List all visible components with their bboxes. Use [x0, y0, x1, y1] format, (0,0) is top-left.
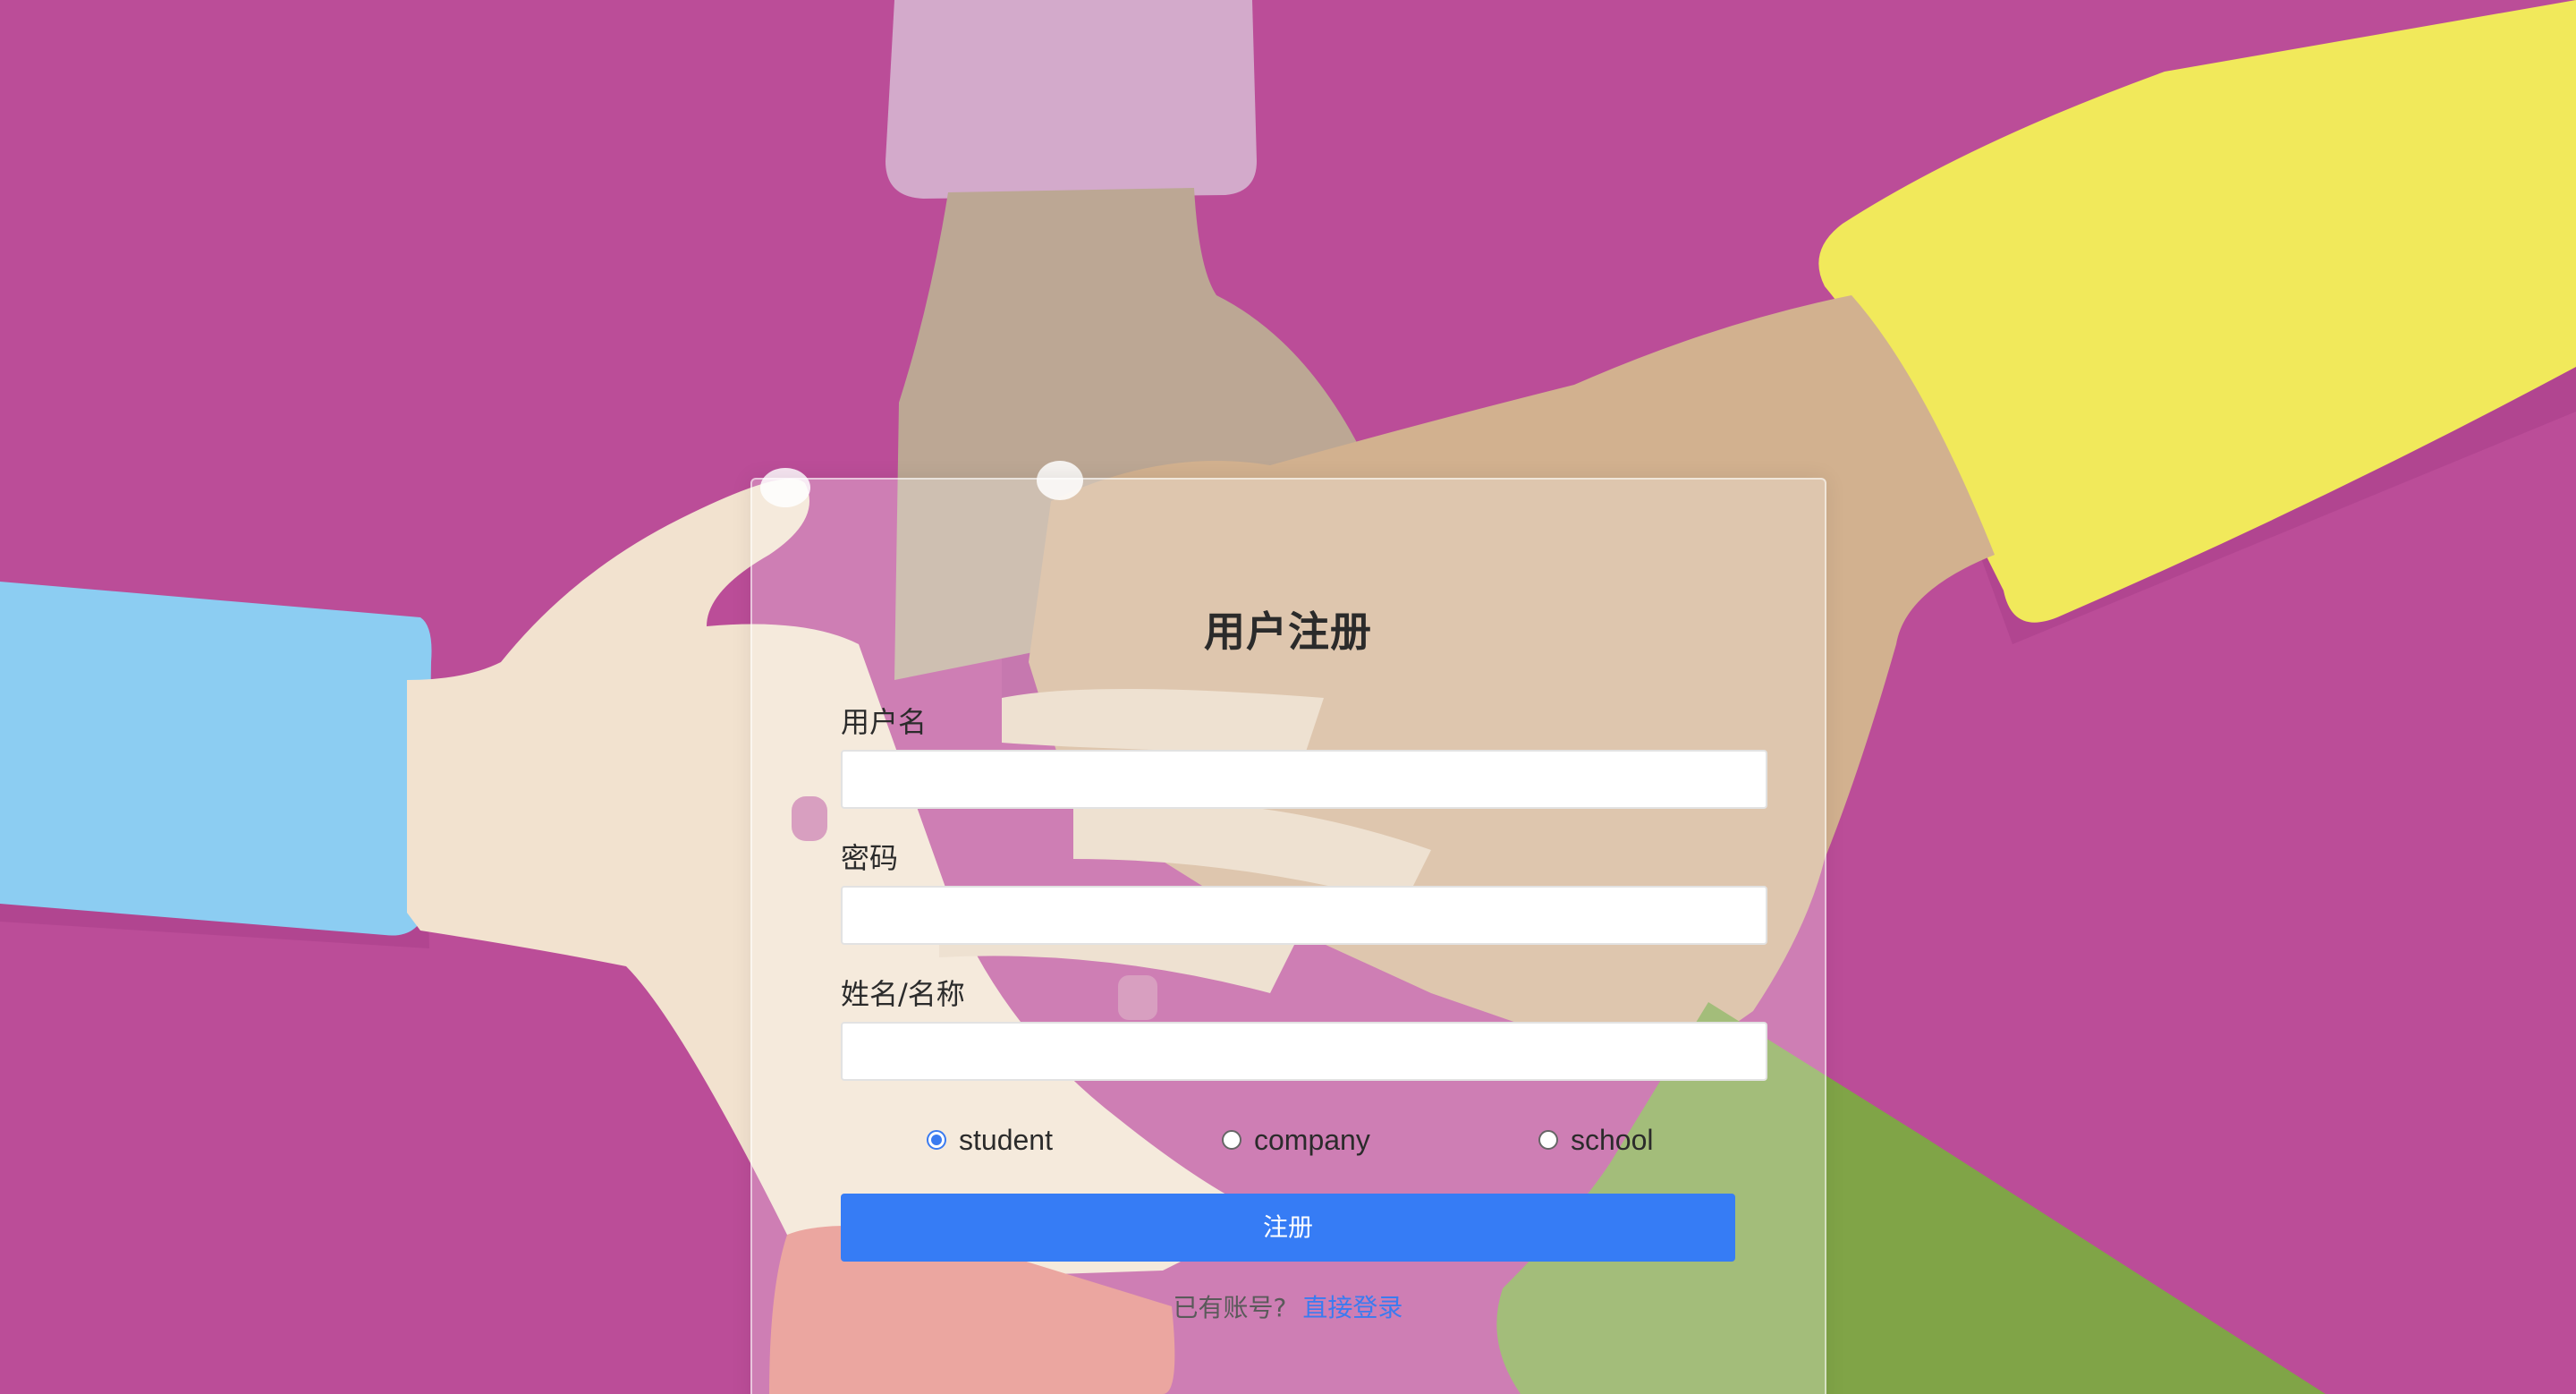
login-link[interactable]: 直接登录 [1302, 1293, 1402, 1322]
radio-unchecked-icon[interactable] [1222, 1130, 1241, 1150]
name-input[interactable] [841, 1022, 1767, 1081]
role-option-label: school [1571, 1123, 1654, 1156]
login-prompt-text: 已有账号? [1173, 1293, 1287, 1322]
password-label: 密码 [841, 841, 899, 875]
radio-checked-icon[interactable] [927, 1130, 946, 1150]
role-option-label: student [959, 1123, 1053, 1156]
role-option-label: company [1254, 1123, 1370, 1156]
role-option-school[interactable]: school [1538, 1120, 1654, 1160]
name-label: 姓名/名称 [841, 977, 965, 1011]
role-option-student[interactable]: student [927, 1120, 1053, 1160]
password-input[interactable] [841, 886, 1767, 945]
login-prompt-line: 已有账号? 直接登录 [0, 1288, 2576, 1324]
page-title: 用户注册 [1204, 608, 1372, 656]
page-root: 用户注册 用户名 密码 姓名/名称 student company school… [0, 0, 2576, 1394]
register-button[interactable]: 注册 [841, 1194, 1735, 1262]
username-input[interactable] [841, 750, 1767, 809]
username-label: 用户名 [841, 705, 928, 739]
role-option-company[interactable]: company [1222, 1120, 1370, 1160]
radio-unchecked-icon[interactable] [1538, 1130, 1558, 1150]
